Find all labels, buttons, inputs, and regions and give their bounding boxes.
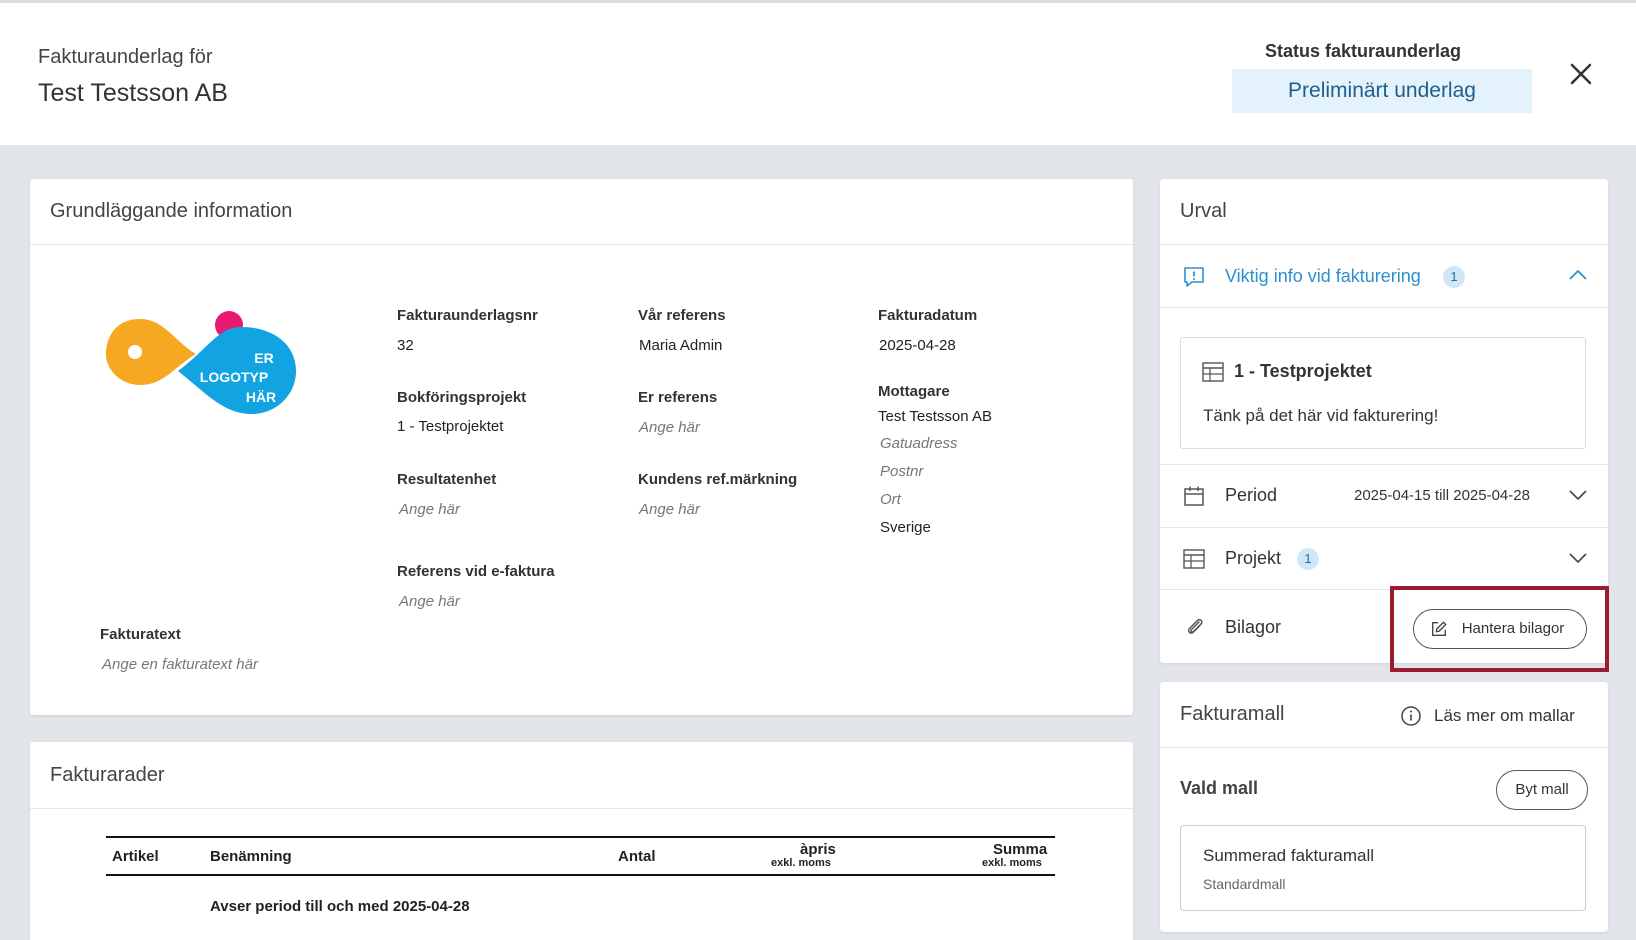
col-antal: Antal [618, 848, 656, 865]
mottagare-label: Mottagare [878, 383, 950, 400]
col-apris-sub: exkl. moms [771, 857, 831, 869]
chevron-up-icon[interactable] [1568, 269, 1588, 281]
bokforingsprojekt-label: Bokföringsprojekt [397, 389, 527, 406]
fakturadatum-value[interactable]: 2025-04-28 [879, 337, 956, 354]
vald-mall-label: Vald mall [1180, 778, 1259, 798]
invoice-rows-card: Fakturarader Artikel Benämning Antal àpr… [30, 742, 1133, 940]
er-referens-label: Er referens [638, 389, 718, 406]
postnr-input[interactable]: Postnr [880, 463, 923, 480]
fakturatext-label: Fakturatext [100, 626, 181, 643]
project-note: Tänk på det här vid fakturering! [1203, 406, 1439, 425]
table-header-line [106, 874, 1055, 876]
divider [1160, 464, 1608, 465]
divider [1160, 307, 1608, 308]
gatuadress-input[interactable]: Gatuadress [880, 435, 958, 452]
col-apris: àpris [800, 841, 836, 858]
land-value[interactable]: Sverige [880, 519, 931, 536]
logo-text-3: HÄR [246, 389, 276, 405]
fakturatext-input[interactable]: Ange en fakturatext här [102, 656, 258, 673]
underlagsnr-value: 32 [397, 337, 414, 354]
table-top-line [106, 836, 1055, 838]
fakturadatum-label: Fakturadatum [878, 307, 978, 324]
table-icon [1202, 362, 1224, 382]
col-artikel: Artikel [112, 848, 159, 865]
er-referens-input[interactable]: Ange här [639, 419, 700, 436]
company-logo[interactable]: ER LOGOTYP HÄR [106, 309, 306, 414]
divider [30, 244, 1133, 245]
basic-info-card: Grundläggande information ER LOGOTYP HÄR… [30, 179, 1133, 715]
page-header: Fakturaunderlag för Test Testsson AB Sta… [0, 3, 1636, 145]
template-name: Summerad fakturamall [1203, 846, 1375, 865]
kundens-ref-label: Kundens ref.märkning [638, 471, 798, 488]
divider [1160, 244, 1608, 245]
logo-text-1: ER [254, 350, 273, 366]
chevron-down-icon[interactable] [1568, 552, 1588, 564]
efaktura-input[interactable]: Ange här [399, 593, 460, 610]
fakturamall-card: Fakturamall Läs mer om mallar Vald mall … [1160, 682, 1608, 932]
logo-text-2: LOGOTYP [200, 369, 268, 385]
invoice-rows-title: Fakturarader [50, 764, 165, 786]
status-dropdown[interactable]: Preliminärt underlag [1232, 69, 1532, 113]
header-title: Test Testsson AB [38, 79, 228, 107]
close-icon[interactable] [1568, 61, 1594, 87]
resultatenhet-input[interactable]: Ange här [399, 501, 460, 518]
info-message-icon [1184, 267, 1204, 287]
template-sub: Standardmall [1203, 876, 1286, 892]
las-mer-link[interactable]: Läs mer om mallar [1434, 706, 1575, 726]
divider [1160, 747, 1608, 748]
projekt-count: 1 [1297, 548, 1319, 570]
urval-title: Urval [1180, 200, 1227, 222]
period-row: Avser period till och med 2025-04-28 [210, 898, 470, 915]
mottagare-name[interactable]: Test Testsson AB [878, 408, 992, 425]
divider [1160, 527, 1608, 528]
bilagor-label: Bilagor [1225, 617, 1282, 637]
table-icon [1183, 549, 1205, 569]
period-value[interactable]: 2025-04-15 till 2025-04-28 [1354, 487, 1530, 504]
paperclip-icon [1187, 618, 1203, 634]
chevron-down-icon[interactable] [1568, 489, 1588, 501]
var-referens-value[interactable]: Maria Admin [639, 337, 722, 354]
col-benamning: Benämning [210, 848, 292, 865]
underlagsnr-label: Fakturaunderlagsnr [397, 307, 538, 324]
info-icon [1401, 706, 1421, 726]
calendar-icon [1184, 486, 1204, 506]
status-label: Status fakturaunderlag [1264, 41, 1462, 61]
viktig-info-count: 1 [1443, 266, 1465, 288]
col-summa-sub: exkl. moms [982, 857, 1042, 869]
ort-input[interactable]: Ort [880, 491, 901, 508]
selected-template-box[interactable]: Summerad fakturamall Standardmall [1180, 825, 1586, 911]
divider [30, 808, 1133, 809]
header-subtitle: Fakturaunderlag för [38, 46, 213, 68]
highlight-frame [1390, 586, 1609, 672]
efaktura-label: Referens vid e-faktura [397, 563, 555, 580]
project-title: 1 - Testprojektet [1234, 361, 1372, 381]
projekt-label: Projekt [1225, 548, 1282, 568]
logo-orange-shape [106, 319, 196, 385]
basic-info-title: Grundläggande information [50, 200, 293, 222]
viktig-info-toggle[interactable]: Viktig info vid fakturering [1225, 266, 1421, 287]
bokforingsprojekt-value[interactable]: 1 - Testprojektet [397, 418, 503, 435]
kundens-ref-input[interactable]: Ange här [639, 501, 700, 518]
period-label: Period [1225, 485, 1278, 505]
var-referens-label: Vår referens [638, 307, 726, 324]
fakturamall-title: Fakturamall [1180, 703, 1285, 725]
col-summa: Summa [993, 841, 1048, 858]
byt-mall-button[interactable]: Byt mall [1496, 770, 1588, 810]
resultatenhet-label: Resultatenhet [397, 471, 497, 488]
project-info-box: 1 - Testprojektet Tänk på det här vid fa… [1180, 337, 1586, 449]
